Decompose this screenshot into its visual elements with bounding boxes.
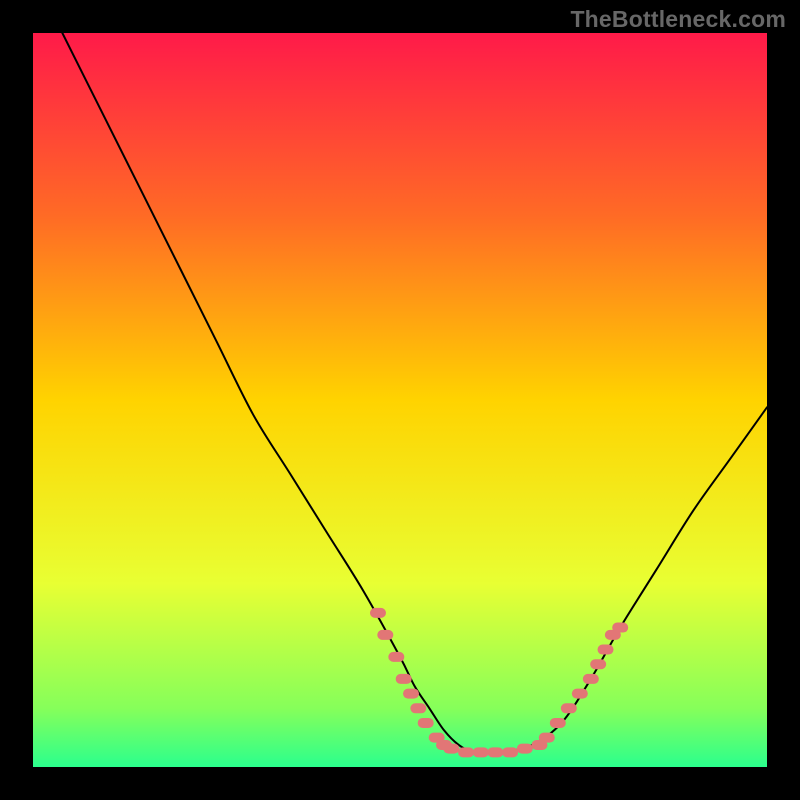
plot-area xyxy=(33,33,767,767)
data-point-marker xyxy=(377,630,393,640)
chart-svg xyxy=(33,33,767,767)
data-point-marker xyxy=(583,674,599,684)
chart-frame: TheBottleneck.com xyxy=(0,0,800,800)
data-point-marker xyxy=(370,608,386,618)
data-point-marker xyxy=(539,733,555,743)
data-point-marker xyxy=(572,689,588,699)
data-point-marker xyxy=(410,703,426,713)
data-point-marker xyxy=(517,744,533,754)
data-point-marker xyxy=(388,652,404,662)
data-point-marker xyxy=(443,744,459,754)
data-point-marker xyxy=(590,659,606,669)
data-point-marker xyxy=(487,747,503,757)
data-point-marker xyxy=(396,674,412,684)
data-point-marker xyxy=(550,718,566,728)
data-point-marker xyxy=(458,747,474,757)
watermark-text: TheBottleneck.com xyxy=(570,6,786,33)
data-point-marker xyxy=(612,623,628,633)
data-point-marker xyxy=(598,645,614,655)
data-point-marker xyxy=(403,689,419,699)
data-point-marker xyxy=(561,703,577,713)
data-point-marker xyxy=(418,718,434,728)
data-point-marker xyxy=(502,747,518,757)
data-point-marker xyxy=(473,747,489,757)
